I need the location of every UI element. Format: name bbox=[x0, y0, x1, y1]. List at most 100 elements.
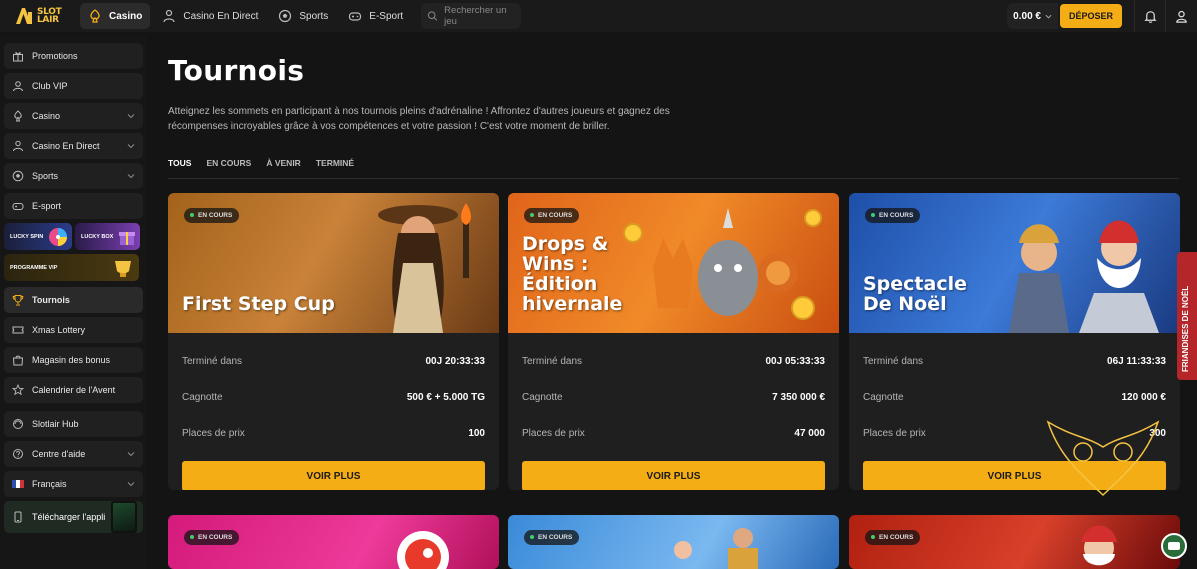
chevron-down-icon bbox=[127, 482, 135, 487]
tournament-banner-image[interactable]: EN COURS First Step Cup bbox=[168, 193, 499, 333]
sidebar-item-label: Magasin des bonus bbox=[32, 355, 111, 365]
sidebar-item-tournois[interactable]: Tournois bbox=[4, 287, 143, 313]
nav-casino[interactable]: Casino bbox=[80, 3, 151, 29]
download-app-label: Télécharger l'appli bbox=[32, 512, 106, 522]
profile-button[interactable] bbox=[1166, 0, 1197, 32]
search-icon bbox=[428, 11, 438, 21]
tournament-banner-image[interactable]: EN COURS Drops & Wins : Édition hivernal… bbox=[508, 193, 839, 333]
sidebar-item-live-casino[interactable]: Casino En Direct bbox=[4, 133, 143, 159]
jackpot-label: Cagnotte bbox=[182, 391, 223, 403]
nav-esport-label: E-Sport bbox=[369, 10, 404, 22]
page-title: Tournois bbox=[168, 54, 305, 87]
download-app-banner[interactable]: Télécharger l'appli bbox=[4, 501, 143, 533]
santa-illustration bbox=[1081, 525, 1117, 566]
status-badge: EN COURS bbox=[184, 530, 240, 545]
nav-esport[interactable]: E-Sport bbox=[340, 3, 411, 29]
prizes-label: Places de prix bbox=[182, 427, 245, 439]
tournament-banner-image[interactable]: EN COURS bbox=[849, 515, 1180, 569]
tournament-title: Spectacle De Noël bbox=[863, 273, 967, 315]
status-badge: EN COURS bbox=[524, 530, 580, 545]
christmas-treats-label: FRIANDISES DE NOËL bbox=[1181, 285, 1190, 372]
prizes-value: 100 bbox=[468, 427, 485, 439]
sidebar-item-language[interactable]: Français bbox=[4, 471, 143, 497]
ends-in-value: 00J 20:33:33 bbox=[425, 355, 486, 367]
sidebar-item-promotions[interactable]: Promotions bbox=[4, 43, 143, 69]
chevron-down-icon bbox=[127, 114, 135, 119]
christmas-treats-tab[interactable]: FRIANDISES DE NOËL bbox=[1177, 252, 1197, 380]
logo-mark-icon bbox=[16, 8, 32, 24]
nav-sports-label: Sports bbox=[299, 10, 329, 22]
see-more-button[interactable]: VOIR PLUS bbox=[182, 461, 485, 490]
jackpot-row: Cagnotte 500 € + 5.000 TG bbox=[168, 379, 499, 415]
sidebar-item-label: Sports bbox=[32, 171, 59, 181]
chat-button[interactable] bbox=[1161, 533, 1187, 559]
status-badge: EN COURS bbox=[865, 208, 921, 223]
tab-ongoing[interactable]: EN COURS bbox=[206, 158, 251, 168]
help-icon bbox=[13, 449, 23, 459]
ends-in-label: Terminé dans bbox=[182, 355, 243, 367]
main-content: Tournois Atteignez les sommets en partic… bbox=[148, 32, 1197, 569]
sidebar-item-xmas-lottery[interactable]: Xmas Lottery bbox=[4, 317, 143, 343]
user-icon bbox=[1176, 10, 1187, 23]
sidebar-item-label: Club VIP bbox=[32, 81, 68, 91]
user-icon bbox=[13, 81, 23, 92]
tournament-banner-image[interactable]: EN COURS bbox=[168, 515, 499, 569]
tournament-title: First Step Cup bbox=[182, 293, 335, 315]
chevron-down-icon bbox=[127, 174, 135, 179]
chevron-down-icon bbox=[127, 452, 135, 457]
sidebar-item-slotlair-hub[interactable]: Slotlair Hub bbox=[4, 411, 143, 437]
sidebar-item-label: Xmas Lottery bbox=[32, 325, 86, 335]
tournament-banner-image[interactable]: EN COURS Spectacle De Noël bbox=[849, 193, 1180, 333]
explorer-illustration bbox=[378, 203, 471, 333]
notifications-button[interactable] bbox=[1135, 0, 1165, 32]
wheel-icon bbox=[49, 228, 67, 246]
live-dealer-icon bbox=[13, 140, 23, 152]
search-input[interactable]: Rechercher un jeu bbox=[421, 3, 522, 29]
ends-in-label: Terminé dans bbox=[863, 355, 924, 367]
ends-in-value: 06J 11:33:33 bbox=[1107, 355, 1166, 367]
animals-illustration bbox=[623, 208, 822, 320]
sidebar-item-advent-calendar[interactable]: Calendrier de l'Avent bbox=[4, 377, 143, 403]
deposit-button[interactable]: DÉPOSER bbox=[1059, 4, 1122, 28]
tournament-banner-image[interactable]: EN COURS bbox=[508, 515, 839, 569]
ends-in-row: Terminé dans 06J 11:33:33 bbox=[849, 343, 1180, 379]
ends-in-label: Terminé dans bbox=[522, 355, 583, 367]
lucky-box-banner[interactable]: LUCKY BOX bbox=[75, 223, 140, 250]
balance-selector[interactable]: 0.00 € bbox=[1007, 3, 1058, 29]
lucky-spin-banner[interactable]: LUCKY SPIN bbox=[4, 223, 72, 250]
tournament-title: Drops & Wins : Édition hivernale bbox=[522, 233, 623, 315]
trophy-icon bbox=[12, 295, 24, 306]
tab-upcoming[interactable]: À VENIR bbox=[266, 158, 300, 168]
santa-illustration bbox=[1009, 220, 1159, 333]
sidebar-item-club-vip[interactable]: Club VIP bbox=[4, 73, 143, 99]
sidebar-item-label: Casino bbox=[32, 111, 61, 121]
sidebar-item-casino[interactable]: Casino bbox=[4, 103, 143, 129]
prizes-label: Places de prix bbox=[863, 427, 926, 439]
lucky-spin-label: LUCKY SPIN bbox=[10, 233, 44, 240]
status-badge: EN COURS bbox=[184, 208, 240, 223]
casino-icon bbox=[90, 9, 100, 23]
shop-icon bbox=[12, 355, 24, 366]
nav-sports[interactable]: Sports bbox=[270, 3, 336, 29]
gamepad-icon bbox=[349, 12, 362, 21]
bell-icon bbox=[1143, 10, 1157, 23]
sidebar-item-sports[interactable]: Sports bbox=[4, 163, 143, 189]
ends-in-value: 00J 05:33:33 bbox=[765, 355, 826, 367]
chevron-down-icon bbox=[1045, 14, 1052, 19]
slotlair-logo[interactable]: SLOT LAIR bbox=[0, 0, 66, 32]
sidebar-item-help-center[interactable]: Centre d'aide bbox=[4, 441, 143, 467]
sidebar-item-bonus-shop[interactable]: Magasin des bonus bbox=[4, 347, 143, 373]
casino-icon bbox=[14, 110, 22, 122]
vip-program-label: PROGRAMME VIP bbox=[10, 264, 58, 271]
jackpot-value: 7 350 000 € bbox=[772, 391, 825, 403]
chat-icon bbox=[1168, 542, 1180, 550]
see-more-button[interactable]: VOIR PLUS bbox=[522, 461, 825, 490]
live-dealer-icon bbox=[163, 9, 175, 23]
nav-live-casino[interactable]: Casino En Direct bbox=[154, 3, 266, 29]
vip-program-banner[interactable]: PROGRAMME VIP bbox=[4, 254, 139, 281]
search-placeholder: Rechercher un jeu bbox=[444, 5, 507, 27]
france-flag-icon bbox=[12, 480, 24, 488]
tab-all[interactable]: TOUS bbox=[168, 158, 191, 168]
sidebar-item-esport[interactable]: E-sport bbox=[4, 193, 143, 219]
tab-finished[interactable]: TERMINÉ bbox=[316, 158, 354, 168]
